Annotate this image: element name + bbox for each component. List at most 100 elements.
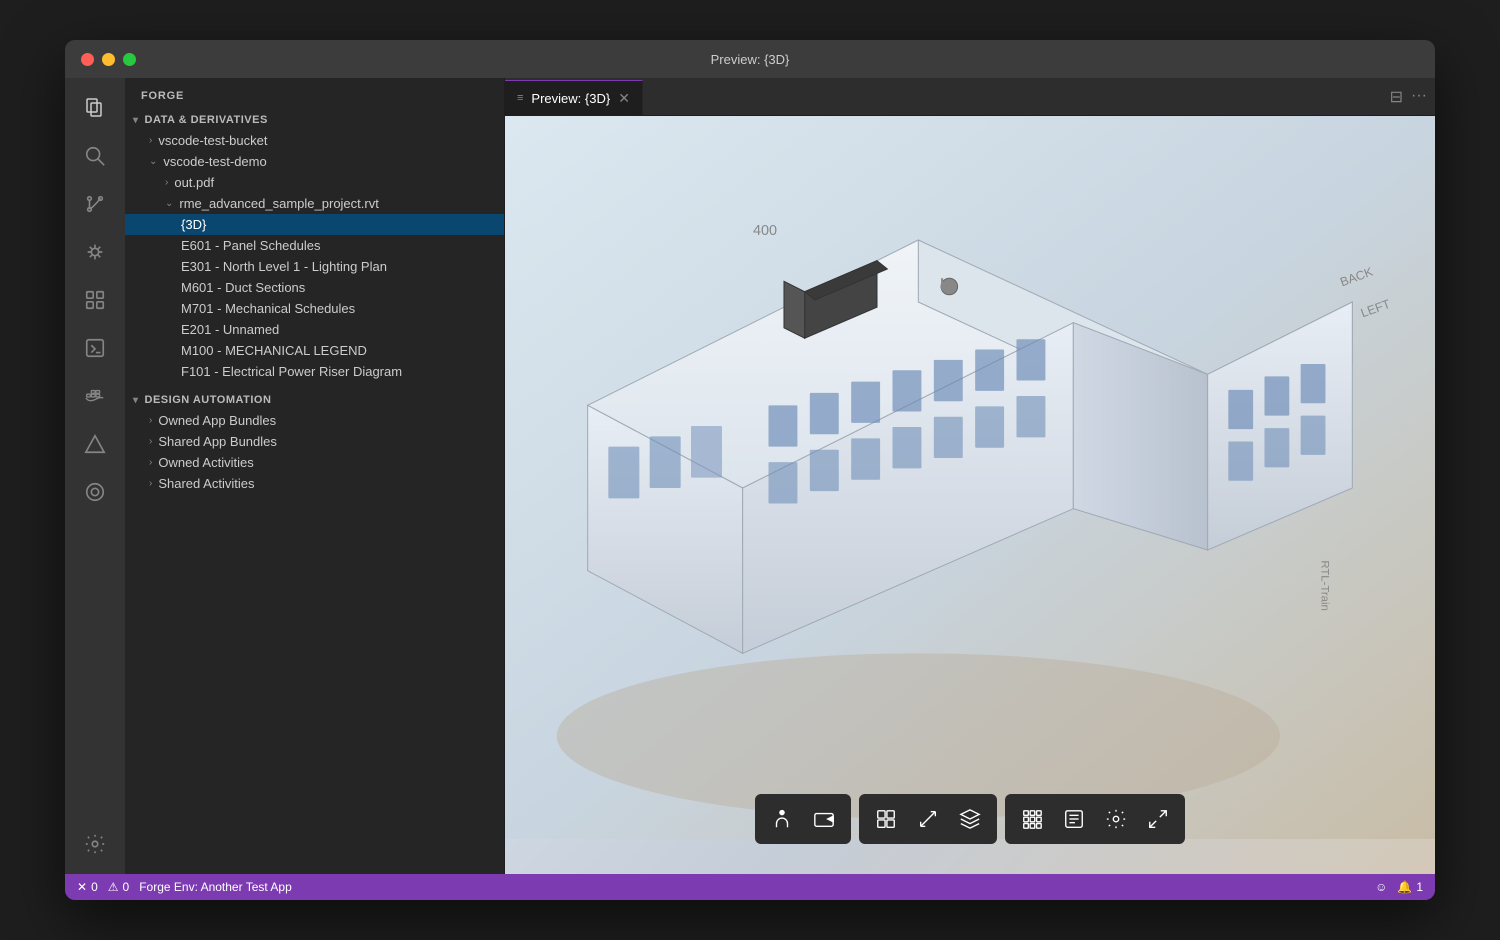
chevron-down-icon: ⌄	[165, 198, 173, 209]
tree-item-owned-bundles[interactable]: › Owned App Bundles	[125, 410, 504, 431]
shared-activities-label: Shared Activities	[158, 476, 254, 491]
tree-item-3d[interactable]: {3D}	[125, 214, 504, 235]
notification-button[interactable]: 🔔 1	[1397, 880, 1423, 894]
f101-label: F101 - Electrical Power Riser Diagram	[181, 364, 402, 379]
m701-label: M701 - Mechanical Schedules	[181, 301, 355, 316]
structure-button[interactable]	[1013, 800, 1051, 838]
tree-item-rvt[interactable]: ⌄ rme_advanced_sample_project.rvt	[125, 193, 504, 214]
status-bar: ✕ 0 ⚠ 0 Forge Env: Another Test App ☺ 🔔 …	[65, 874, 1435, 900]
toolbar-group-tools	[859, 794, 997, 844]
sidebar: FORGE ▾ DATA & DERIVATIVES › vscode-test…	[125, 78, 505, 874]
section-design-automation[interactable]: ▾ DESIGN AUTOMATION	[125, 390, 504, 410]
explode-button[interactable]	[867, 800, 905, 838]
bucket-label: vscode-test-bucket	[158, 133, 267, 148]
face-icon: ☺	[1375, 880, 1387, 894]
chevron-right-icon: ›	[149, 478, 152, 489]
fullscreen-button[interactable]	[1139, 800, 1177, 838]
tree-item-m701[interactable]: M701 - Mechanical Schedules	[125, 298, 504, 319]
chevron-down-icon: ▾	[133, 395, 139, 406]
tab-label: Preview: {3D}	[531, 91, 610, 106]
3d-label: {3D}	[181, 217, 206, 232]
settings-viewer-button[interactable]	[1097, 800, 1135, 838]
tab-bar: ≡ Preview: {3D} ✕ ⊟ ···	[505, 78, 1435, 116]
status-warnings[interactable]: ⚠ 0	[108, 880, 129, 894]
more-actions-icon[interactable]: ···	[1411, 87, 1427, 107]
m100-label: M100 - MECHANICAL LEGEND	[181, 343, 367, 358]
notification-count: 1	[1416, 880, 1423, 894]
tab-preview-3d[interactable]: ≡ Preview: {3D} ✕	[505, 80, 643, 115]
measure-button[interactable]	[909, 800, 947, 838]
person-view-button[interactable]	[763, 800, 801, 838]
tree-item-pdf[interactable]: › out.pdf	[125, 172, 504, 193]
maximize-button[interactable]	[123, 53, 136, 66]
owned-bundles-label: Owned App Bundles	[158, 413, 276, 428]
chevron-down-icon: ⌄	[149, 156, 157, 167]
editor-area: ≡ Preview: {3D} ✕ ⊟ ···	[505, 78, 1435, 874]
e601-label: E601 - Panel Schedules	[181, 238, 320, 253]
m601-label: M601 - Duct Sections	[181, 280, 305, 295]
split-editor-icon[interactable]: ⊟	[1390, 87, 1403, 107]
camera-button[interactable]	[805, 800, 843, 838]
chevron-right-icon: ›	[149, 415, 152, 426]
settings-icon[interactable]	[73, 822, 117, 866]
svg-text:RTL-Train: RTL-Train	[1318, 560, 1330, 611]
tab-close-button[interactable]: ✕	[618, 91, 630, 105]
tree-item-demo[interactable]: ⌄ vscode-test-demo	[125, 151, 504, 172]
tree-item-e301[interactable]: E301 - North Level 1 - Lighting Plan	[125, 256, 504, 277]
toolbar-group-view	[1005, 794, 1185, 844]
tab-actions: ⊟ ···	[1390, 87, 1427, 107]
debug-icon[interactable]	[73, 230, 117, 274]
viewer-toolbar	[755, 794, 1185, 844]
terminal-icon[interactable]	[73, 326, 117, 370]
tree-item-shared-activities[interactable]: › Shared Activities	[125, 473, 504, 494]
close-button[interactable]	[81, 53, 94, 66]
properties-button[interactable]	[1055, 800, 1093, 838]
tree-item-bucket[interactable]: › vscode-test-bucket	[125, 130, 504, 151]
activity-bar	[65, 78, 125, 874]
tree-item-e201[interactable]: E201 - Unnamed	[125, 319, 504, 340]
tree-item-e601[interactable]: E601 - Panel Schedules	[125, 235, 504, 256]
autodesk-icon[interactable]	[73, 470, 117, 514]
extensions-icon[interactable]	[73, 278, 117, 322]
docker-icon[interactable]	[73, 374, 117, 418]
shared-bundles-label: Shared App Bundles	[158, 434, 277, 449]
search-icon[interactable]	[73, 134, 117, 178]
tab-icon: ≡	[517, 92, 523, 104]
owned-activities-label: Owned Activities	[158, 455, 253, 470]
error-icon: ✕	[77, 880, 87, 894]
tree-item-owned-activities[interactable]: › Owned Activities	[125, 452, 504, 473]
section-label-da: DESIGN AUTOMATION	[145, 394, 272, 406]
forge-env-label[interactable]: Forge Env: Another Test App	[139, 880, 292, 894]
window-controls	[81, 53, 136, 66]
section-label-data: DATA & DERIVATIVES	[145, 114, 268, 126]
toolbar-group-navigation	[755, 794, 851, 844]
chevron-right-icon: ›	[149, 436, 152, 447]
demo-label: vscode-test-demo	[163, 154, 266, 169]
tree-item-shared-bundles[interactable]: › Shared App Bundles	[125, 431, 504, 452]
tree-item-m100[interactable]: M100 - MECHANICAL LEGEND	[125, 340, 504, 361]
files-icon[interactable]	[73, 86, 117, 130]
3d-viewer[interactable]: BACK LEFT 400 RTL-Train	[505, 116, 1435, 874]
main-area: FORGE ▾ DATA & DERIVATIVES › vscode-test…	[65, 78, 1435, 874]
chevron-down-icon: ▾	[133, 115, 139, 126]
sidebar-header: FORGE	[125, 78, 504, 110]
e301-label: E301 - North Level 1 - Lighting Plan	[181, 259, 387, 274]
warning-count: 0	[123, 880, 130, 894]
section-data-derivatives[interactable]: ▾ DATA & DERIVATIVES	[125, 110, 504, 130]
tree-item-f101[interactable]: F101 - Electrical Power Riser Diagram	[125, 361, 504, 382]
status-left: ✕ 0 ⚠ 0 Forge Env: Another Test App	[77, 880, 292, 894]
chevron-right-icon: ›	[165, 177, 168, 188]
titlebar: Preview: {3D}	[65, 40, 1435, 78]
warning-icon: ⚠	[108, 880, 119, 894]
chevron-right-icon: ›	[149, 135, 152, 146]
tree-item-m601[interactable]: M601 - Duct Sections	[125, 277, 504, 298]
app-window: Preview: {3D}	[65, 40, 1435, 900]
activity-bar-bottom	[73, 822, 117, 874]
source-control-icon[interactable]	[73, 182, 117, 226]
minimize-button[interactable]	[102, 53, 115, 66]
model-tree-button[interactable]	[951, 800, 989, 838]
status-errors[interactable]: ✕ 0	[77, 880, 98, 894]
bell-icon: 🔔	[1397, 880, 1412, 894]
face-button[interactable]: ☺	[1375, 880, 1387, 894]
forge-icon[interactable]	[73, 422, 117, 466]
